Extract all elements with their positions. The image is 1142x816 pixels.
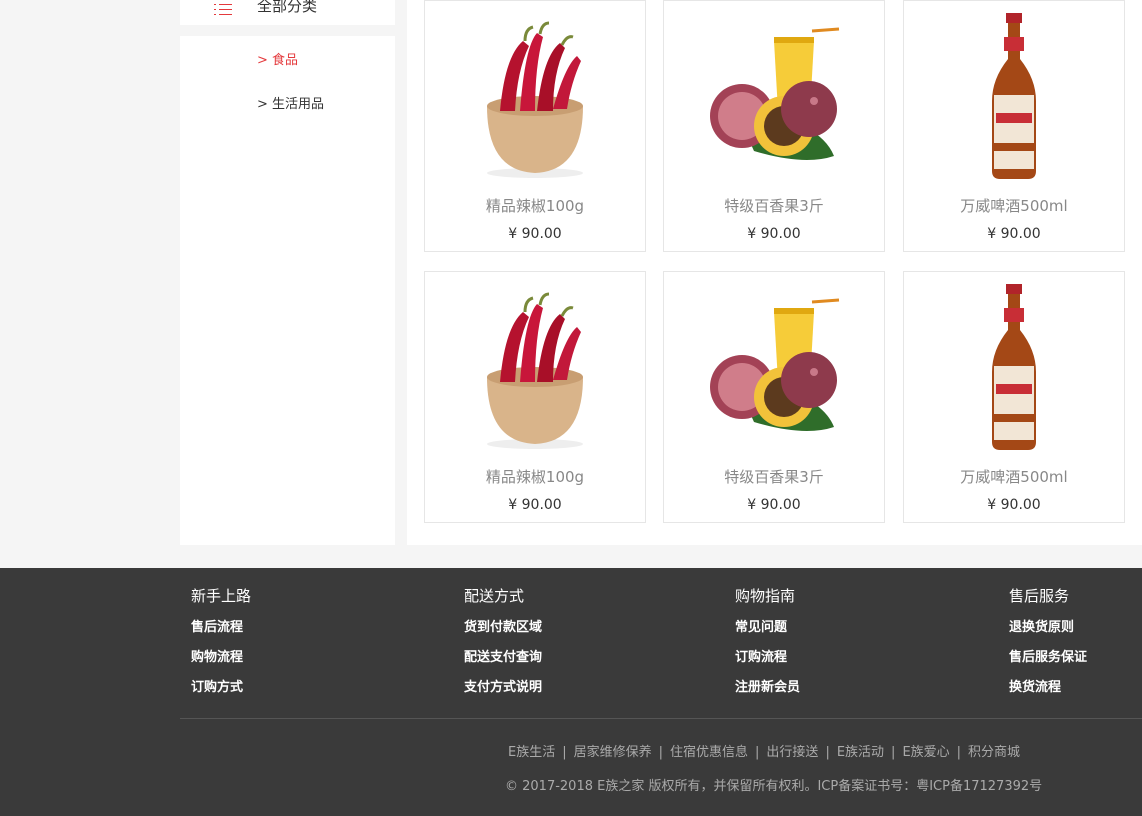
link-separator: | <box>891 745 896 760</box>
footer-link[interactable]: 售后流程 <box>191 620 251 636</box>
footer-column-title: 购物指南 <box>735 587 796 605</box>
product-price: ¥ 90.00 <box>747 226 801 242</box>
footer-bottom-link[interactable]: 积分商城 <box>968 745 1020 760</box>
category-item-food[interactable]: > 食品 <box>257 53 298 69</box>
category-list: > 食品 > 生活用品 <box>180 36 395 545</box>
footer-column-guide: 购物指南 常见问题 订购流程 注册新会员 <box>735 586 800 710</box>
footer-link[interactable]: 注册新会员 <box>735 680 800 696</box>
footer-column-after-sales: 售后服务 退换货原则 售后服务保证 换货流程 <box>1009 586 1087 710</box>
footer-link[interactable]: 支付方式说明 <box>464 680 542 696</box>
product-price: ¥ 90.00 <box>987 226 1041 242</box>
footer-link[interactable]: 购物流程 <box>191 650 251 666</box>
footer-link[interactable]: 配送支付查询 <box>464 650 542 666</box>
link-separator: | <box>658 745 664 760</box>
footer-link[interactable]: 货到付款区域 <box>464 620 542 636</box>
product-price: ¥ 90.00 <box>508 497 562 513</box>
category-header[interactable]: 全部分类 <box>180 0 395 25</box>
product-card[interactable]: 特级百香果3斤 ¥ 90.00 <box>663 271 885 523</box>
footer-column-title: 配送方式 <box>464 587 525 605</box>
product-card[interactable]: 精品辣椒100g ¥ 90.00 <box>424 0 646 252</box>
footer-divider <box>180 718 1142 719</box>
category-item-daily-goods[interactable]: > 生活用品 <box>257 97 324 113</box>
category-header-label: 全部分类 <box>257 0 318 15</box>
product-card[interactable]: 万威啤酒500ml ¥ 90.00 <box>903 0 1125 252</box>
product-card[interactable]: 特级百香果3斤 ¥ 90.00 <box>663 0 885 252</box>
footer-link[interactable]: 退换货原则 <box>1009 620 1087 636</box>
product-panel: 精品辣椒100g ¥ 90.00 特级百香果3斤 ¥ 90.00 万威啤酒500… <box>407 0 1142 545</box>
passion-fruit-image <box>710 298 840 431</box>
footer-bottom-link[interactable]: 出行接送 <box>766 745 818 760</box>
footer-bottom-link[interactable]: E族生活 <box>508 745 555 760</box>
list-icon <box>214 2 232 16</box>
product-name: 万威啤酒500ml <box>960 197 1068 215</box>
link-separator: | <box>562 745 567 760</box>
passion-fruit-image <box>710 27 840 160</box>
beer-bottle-image <box>992 13 1036 179</box>
product-name: 精品辣椒100g <box>485 468 585 486</box>
product-price: ¥ 90.00 <box>987 497 1041 513</box>
footer-link[interactable]: 订购流程 <box>735 650 800 666</box>
footer-bottom-link[interactable]: E族爱心 <box>902 745 949 760</box>
chili-pepper-bowl-image <box>487 292 583 449</box>
link-separator: | <box>956 745 962 760</box>
footer-link[interactable]: 售后服务保证 <box>1009 650 1087 666</box>
footer: 新手上路 售后流程 购物流程 订购方式 配送方式 货到付款区域 配送支付查询 支… <box>0 568 1142 816</box>
product-price: ¥ 90.00 <box>508 226 562 242</box>
footer-link[interactable]: 换货流程 <box>1009 680 1087 696</box>
product-name: 特级百香果3斤 <box>724 197 824 215</box>
beer-bottle-image <box>992 284 1036 450</box>
footer-link[interactable]: 订购方式 <box>191 680 251 696</box>
footer-bottom-link[interactable]: E族活动 <box>837 745 884 760</box>
product-card[interactable]: 万威啤酒500ml ¥ 90.00 <box>903 271 1125 523</box>
chili-pepper-bowl-image <box>487 21 583 178</box>
link-separator: | <box>755 745 760 760</box>
footer-bottom-link[interactable]: 住宿优惠信息 <box>670 745 748 760</box>
footer-bottom-link[interactable]: 居家维修保养 <box>574 745 652 760</box>
copyright-text: © 2017-2018 E族之家 版权所有，并保留所有权利。ICP备案证书号：粤… <box>505 779 1043 794</box>
product-price: ¥ 90.00 <box>747 497 801 513</box>
footer-column-beginner: 新手上路 售后流程 购物流程 订购方式 <box>191 586 251 710</box>
link-separator: | <box>825 745 830 760</box>
footer-link[interactable]: 常见问题 <box>735 620 800 636</box>
footer-column-delivery: 配送方式 货到付款区域 配送支付查询 支付方式说明 <box>464 586 542 710</box>
product-name: 特级百香果3斤 <box>724 468 824 486</box>
product-name: 万威啤酒500ml <box>960 468 1068 486</box>
product-card[interactable]: 精品辣椒100g ¥ 90.00 <box>424 271 646 523</box>
footer-bottom-links: E族生活 | 居家维修保养 | 住宿优惠信息 | 出行接送 | E族活动 | E族爱心 | 积分商城 <box>508 744 1020 762</box>
product-name: 精品辣椒100g <box>485 197 585 215</box>
footer-column-title: 新手上路 <box>191 587 252 605</box>
footer-column-title: 售后服务 <box>1009 587 1070 605</box>
